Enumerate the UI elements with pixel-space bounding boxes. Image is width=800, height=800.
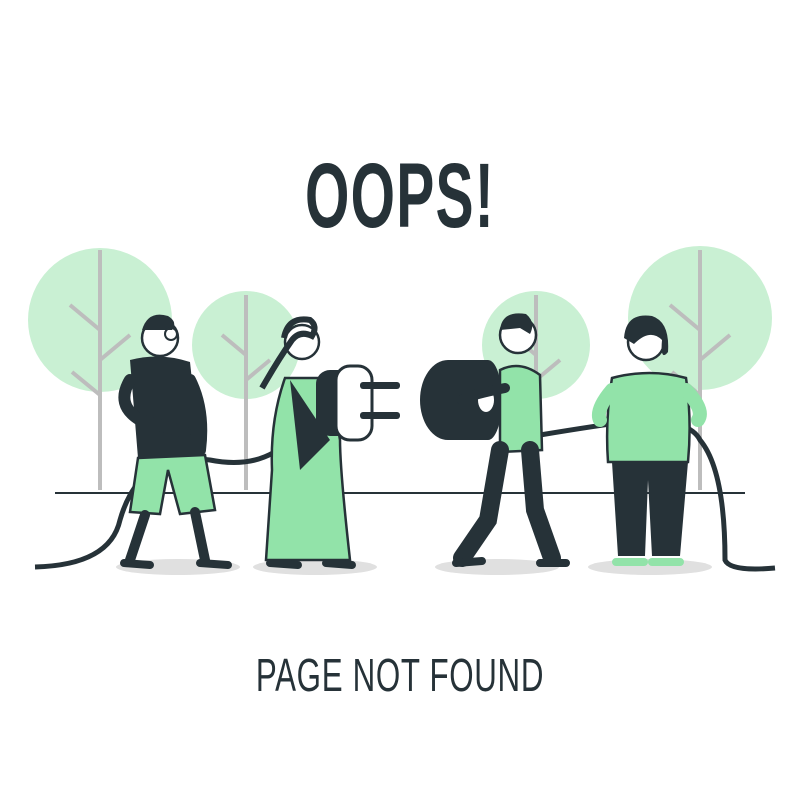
error-page: OOPS! PAGE NOT FOUND (0, 0, 800, 800)
plug-icon (316, 364, 400, 442)
error-subline: PAGE NOT FOUND (255, 649, 545, 701)
